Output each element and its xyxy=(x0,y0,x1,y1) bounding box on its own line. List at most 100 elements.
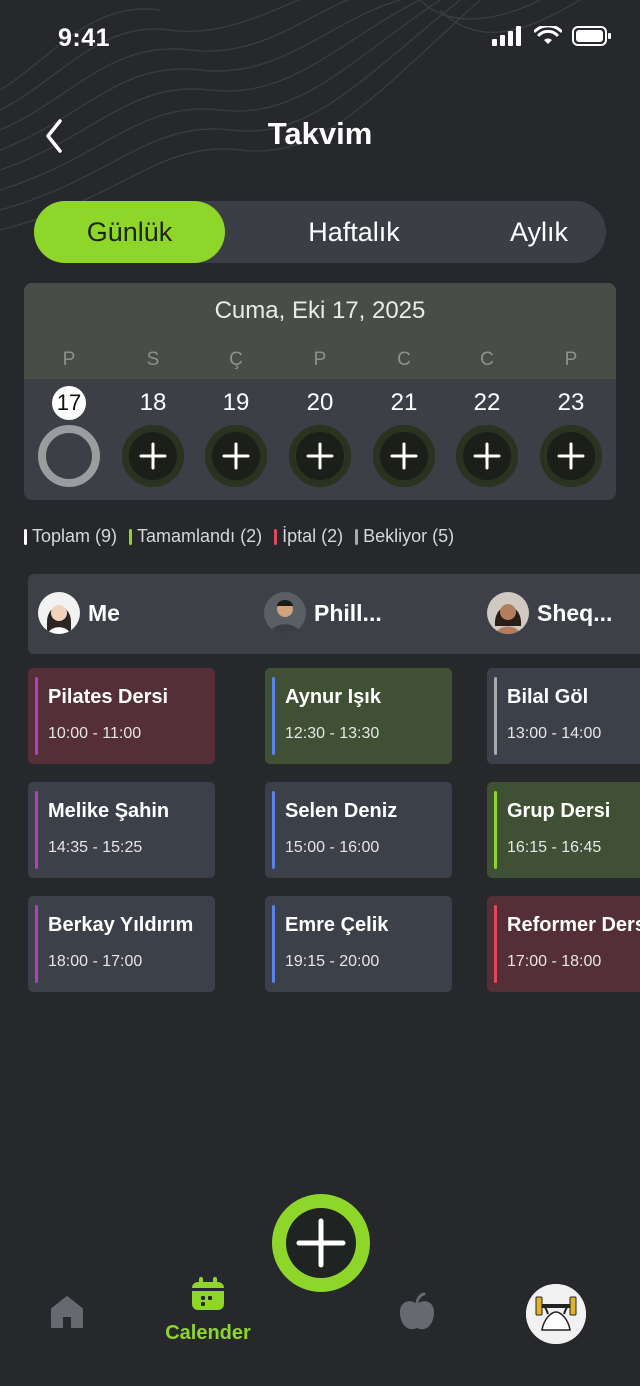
status-bar-marker xyxy=(494,791,497,869)
plus-icon xyxy=(139,442,167,470)
trainer-header-row: Me Phill... Sheq... xyxy=(28,574,640,654)
session-time: 16:15 - 16:45 xyxy=(507,839,602,856)
day-add-button[interactable] xyxy=(540,425,602,487)
legend-marker xyxy=(129,528,133,545)
session-card[interactable]: Pilates Dersi 10:00 - 11:00 xyxy=(28,668,215,764)
status-time: 9:41 xyxy=(58,24,111,52)
profile-avatar[interactable] xyxy=(526,1284,586,1344)
session-card[interactable]: Emre Çelik 19:15 - 20:00 xyxy=(265,896,452,992)
battery-icon xyxy=(572,26,611,46)
tab-daily[interactable]: Günlük xyxy=(34,201,225,263)
session-card[interactable]: Aynur Işık 12:30 - 13:30 xyxy=(265,668,452,764)
session-time: 14:35 - 15:25 xyxy=(48,839,143,856)
day-number[interactable]: 22 xyxy=(445,386,529,420)
status-bar-marker xyxy=(35,677,38,755)
session-name: Reformer Dersi xyxy=(507,914,640,936)
day-number[interactable]: 23 xyxy=(529,386,613,420)
status-bar-marker xyxy=(35,905,38,983)
weekday-label: P xyxy=(564,349,578,370)
add-session-button[interactable] xyxy=(272,1194,370,1292)
session-time: 19:15 - 20:00 xyxy=(285,953,380,970)
legend-item-pending: Bekliyor (5) xyxy=(355,526,454,547)
tab-monthly[interactable]: Aylık xyxy=(474,201,604,263)
day-progress-ring[interactable] xyxy=(38,425,100,487)
weekday-label: S xyxy=(146,349,160,370)
status-bar-marker xyxy=(272,677,275,755)
session-name: Melike Şahin xyxy=(48,800,170,822)
day-number[interactable]: 18 xyxy=(111,386,195,420)
trainer-me[interactable]: Me xyxy=(38,592,120,634)
session-card[interactable]: Bilal Göl 13:00 - 14:00 xyxy=(487,668,640,764)
session-time: 18:00 - 17:00 xyxy=(48,953,143,970)
avatar xyxy=(38,592,80,634)
legend-marker xyxy=(355,528,359,545)
legend-marker xyxy=(274,528,278,545)
week-calendar: Cuma, Eki 17, 2025 P S Ç P C C P 17 18 1… xyxy=(24,283,616,500)
session-time: 17:00 - 18:00 xyxy=(507,953,602,970)
session-time: 15:00 - 16:00 xyxy=(285,839,380,856)
plus-icon xyxy=(473,442,501,470)
day-add-button[interactable] xyxy=(289,425,351,487)
legend-marker xyxy=(24,528,27,545)
signal-icon xyxy=(492,26,521,46)
session-time: 13:00 - 14:00 xyxy=(507,725,602,742)
page-title: Takvim xyxy=(267,116,373,151)
status-bar-marker xyxy=(494,677,497,755)
trainer-name: Me xyxy=(88,599,120,626)
day-number-selected[interactable]: 17 xyxy=(27,386,111,420)
legend-label: Tamamlandı (2) xyxy=(137,526,263,546)
trainer-phill[interactable]: Phill... xyxy=(264,592,382,634)
day-number: 17 xyxy=(52,386,86,420)
session-card[interactable]: Selen Deniz 15:00 - 16:00 xyxy=(265,782,452,878)
calendar-icon[interactable] xyxy=(190,1276,226,1312)
session-card[interactable]: Reformer Dersi 17:00 - 18:00 xyxy=(487,896,640,992)
apple-icon[interactable] xyxy=(396,1292,438,1334)
session-name: Aynur Işık xyxy=(285,686,381,708)
day-add-button[interactable] xyxy=(456,425,518,487)
day-number[interactable]: 21 xyxy=(362,386,446,420)
day-add-button[interactable] xyxy=(205,425,267,487)
trainer-name: Phill... xyxy=(314,599,382,626)
status-bar: 9:41 xyxy=(0,0,640,80)
session-card[interactable]: Grup Dersi 16:15 - 16:45 xyxy=(487,782,640,878)
legend-item-total: Toplam (9) xyxy=(24,526,117,547)
session-name: Selen Deniz xyxy=(285,800,398,822)
session-name: Grup Dersi xyxy=(507,800,611,822)
legend-label: İptal (2) xyxy=(282,526,344,546)
view-mode-tabs: Günlük Haftalık Aylık xyxy=(34,201,606,263)
day-number[interactable]: 19 xyxy=(194,386,278,420)
add-session-button-inner xyxy=(286,1208,356,1278)
status-bar-marker xyxy=(272,905,275,983)
day-add-button[interactable] xyxy=(122,425,184,487)
session-time: 10:00 - 11:00 xyxy=(48,725,142,742)
day-add-button[interactable] xyxy=(373,425,435,487)
session-card[interactable]: Berkay Yıldırım 18:00 - 17:00 xyxy=(28,896,215,992)
plus-icon xyxy=(557,442,585,470)
weekday-label: P xyxy=(313,349,327,370)
nav-calendar-label[interactable]: Calender xyxy=(150,1322,266,1345)
plus-icon xyxy=(296,1218,346,1268)
trainer-sheq[interactable]: Sheq... xyxy=(487,592,612,634)
home-icon[interactable] xyxy=(48,1294,86,1330)
plus-icon xyxy=(222,442,250,470)
status-bar-marker xyxy=(272,791,275,869)
wifi-icon xyxy=(534,26,562,44)
session-card[interactable]: Melike Şahin 14:35 - 15:25 xyxy=(28,782,215,878)
status-bar-marker xyxy=(35,791,38,869)
selected-date-label: Cuma, Eki 17, 2025 xyxy=(214,297,426,324)
weekday-label: P xyxy=(62,349,76,370)
trainer-name: Sheq... xyxy=(537,599,613,626)
status-bar-marker xyxy=(494,905,497,983)
tab-weekly[interactable]: Haftalık xyxy=(254,201,454,263)
avatar xyxy=(264,592,306,634)
legend-item-cancelled: İptal (2) xyxy=(274,526,343,547)
weekday-label: C xyxy=(480,349,494,370)
day-number[interactable]: 20 xyxy=(278,386,362,420)
session-name: Berkay Yıldırım xyxy=(48,914,194,936)
legend-label: Toplam (9) xyxy=(32,526,118,546)
plus-icon xyxy=(306,442,334,470)
session-name: Pilates Dersi xyxy=(48,686,169,708)
session-name: Bilal Göl xyxy=(507,686,589,708)
legend-label: Bekliyor (5) xyxy=(363,526,455,546)
dumbbell-mascot-icon xyxy=(526,1284,586,1344)
